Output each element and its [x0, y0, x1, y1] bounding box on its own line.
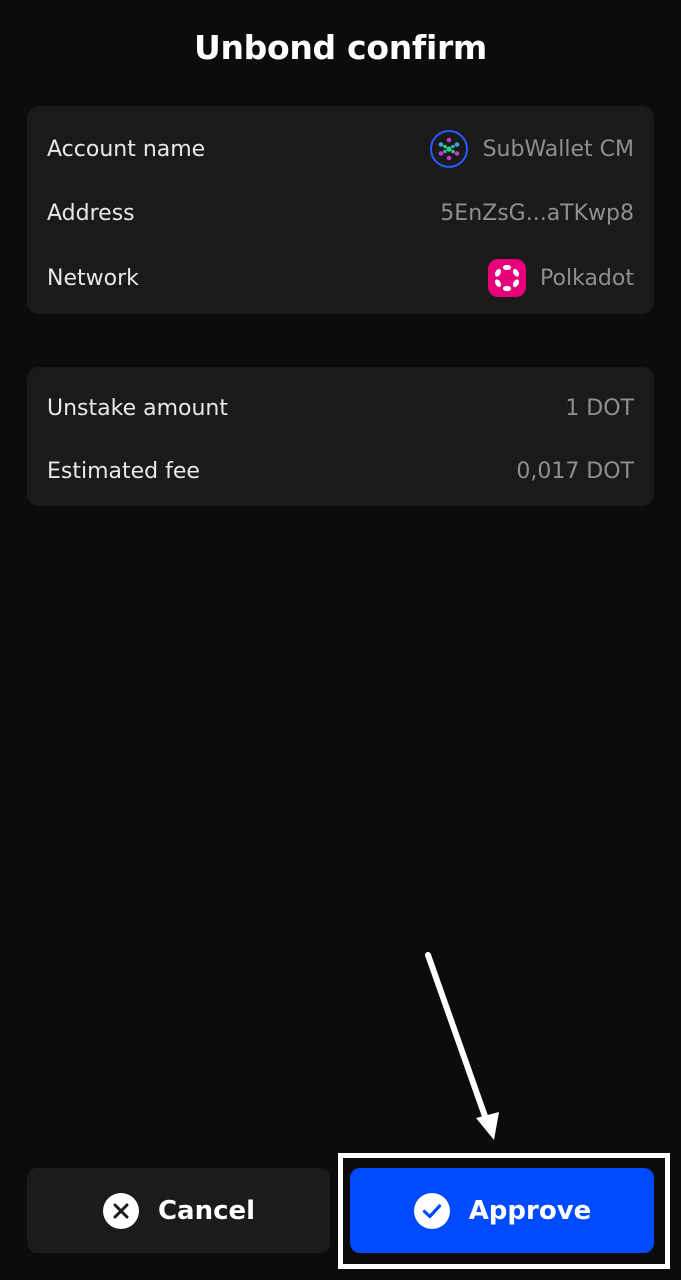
- account-info-card: Account name SubWallet CM Address 5EnZsG…: [27, 106, 654, 314]
- approve-button[interactable]: Approve: [350, 1168, 654, 1253]
- cancel-button-label: Cancel: [157, 1195, 256, 1226]
- close-circle-icon: [102, 1192, 140, 1230]
- account-name-value: SubWallet CM: [482, 136, 634, 162]
- amount-info-card: Unstake amount 1 DOT Estimated fee 0,017…: [27, 367, 654, 506]
- polkadot-icon: [488, 259, 527, 297]
- address-value: 5EnZsG...aTKwp8: [440, 200, 634, 226]
- estimated-fee-row: Estimated fee 0,017 DOT: [47, 451, 634, 491]
- estimated-fee-value: 0,017 DOT: [516, 458, 634, 484]
- address-label: Address: [47, 200, 135, 226]
- estimated-fee-label: Estimated fee: [47, 458, 200, 484]
- network-row: Network Polkadot: [47, 258, 634, 298]
- network-value-wrap: Polkadot: [488, 259, 634, 297]
- check-circle-icon: [413, 1192, 451, 1230]
- account-name-row: Account name SubWallet CM: [47, 129, 634, 169]
- unstake-amount-row: Unstake amount 1 DOT: [47, 388, 634, 428]
- unstake-amount-label: Unstake amount: [47, 395, 228, 421]
- account-name-value-wrap: SubWallet CM: [429, 129, 634, 169]
- network-value: Polkadot: [540, 265, 634, 291]
- unstake-amount-value: 1 DOT: [565, 395, 634, 421]
- subwallet-avatar-icon: [429, 129, 469, 169]
- account-name-label: Account name: [47, 136, 206, 162]
- approve-button-label: Approve: [468, 1195, 592, 1226]
- page-title: Unbond confirm: [193, 28, 488, 67]
- network-label: Network: [47, 265, 139, 291]
- address-row: Address 5EnZsG...aTKwp8: [47, 193, 634, 233]
- cancel-button[interactable]: Cancel: [27, 1168, 330, 1253]
